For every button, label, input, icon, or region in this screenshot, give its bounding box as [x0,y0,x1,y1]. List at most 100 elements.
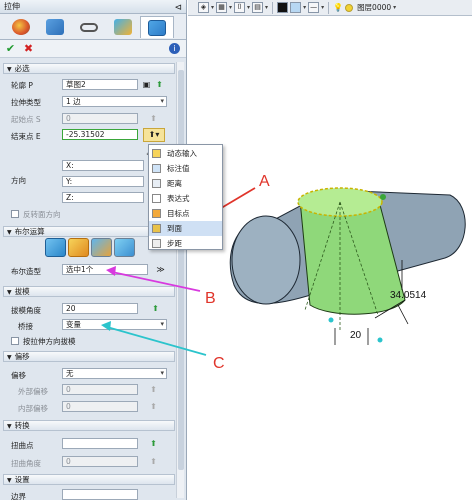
twist-angle-option-icon[interactable]: ⬆ [148,456,159,467]
dynamic-input-icon [152,149,161,158]
filter-tool-icon[interactable]: ▦ [216,2,228,13]
snap-tool-icon[interactable]: ⌷ [234,2,246,13]
start-point-option-icon[interactable]: ⬆ [148,113,159,124]
annotation-b: B [205,290,216,307]
target-point-icon [152,209,161,218]
pin-icon[interactable]: ⊲ [174,1,182,15]
extrude-type-select[interactable]: 1 边 [62,96,167,107]
bool-base-icon[interactable] [45,238,66,257]
direction-z-field[interactable]: Z: [62,192,144,203]
reverse-checkbox[interactable] [11,210,19,218]
menu-item-label: 距离 [167,179,182,188]
select-tool-icon[interactable]: ◈ [198,2,209,13]
tab-active[interactable] [140,16,174,38]
bool-expand-icon[interactable]: ≫ [155,264,166,275]
dimension-label-2[interactable]: 20 [350,330,361,341]
offset-label: 偏移 [11,371,26,380]
section-twist-label: 转换 [14,421,30,430]
menu-item-target-point[interactable]: 目标点 [149,206,222,221]
layer-dropdown-icon[interactable]: ▾ [393,4,396,11]
section-twist[interactable]: ▼ 转换 [3,420,175,431]
cancel-button[interactable]: ✖ [22,42,35,55]
layer-select[interactable]: 图层0000 [357,2,391,13]
outer-offset-field[interactable]: 0 [62,384,138,395]
profile-pick-icon[interactable]: ▣ [141,79,152,90]
handle-point-1[interactable] [380,194,386,200]
surface-style-dropdown-icon[interactable]: ▾ [303,4,306,11]
menu-item-distance[interactable]: 距离 [149,176,222,191]
surface-style-icon[interactable] [290,2,302,13]
tab-feature[interactable] [38,16,72,38]
menu-item-to-face[interactable]: 到面 [149,221,222,236]
direction-x-field[interactable]: X: [62,160,144,171]
outer-offset-option-icon[interactable]: ⬆ [148,384,159,395]
direction-y-field[interactable]: Y: [62,176,144,187]
line-style-dropdown-icon[interactable]: ▾ [321,4,324,11]
inner-offset-field[interactable]: 0 [62,401,138,412]
annotation-c: C [213,355,225,372]
draft-direction-checkbox[interactable] [11,337,19,345]
end-point-label: 结束点 E [11,132,41,141]
snap-tool-dropdown-icon[interactable]: ▾ [247,4,250,11]
section-required-label: 必选 [14,64,30,73]
grid-tool-dropdown-icon[interactable]: ▾ [265,4,268,11]
panel-scrollbar[interactable] [176,62,184,498]
menu-item-step[interactable]: 步距 [149,236,222,251]
line-style-icon[interactable]: — [308,2,320,13]
bridge-select[interactable]: 变量 [62,319,167,330]
menu-item-expression[interactable]: 表达式 [149,191,222,206]
palette-icon [12,19,30,35]
section-settings[interactable]: ▼ 设置 [3,474,175,485]
twist-point-label: 扭曲点 [11,441,34,450]
grid-tool-icon[interactable]: ▤ [252,2,264,13]
lightbulb-icon[interactable]: 💡 [333,3,343,12]
start-point-label: 起始点 S [11,115,41,124]
bool-type-field[interactable]: 选中1个 [62,264,148,275]
menu-item-dynamic-input[interactable]: 动态输入 [149,146,222,161]
layer-sun-icon [345,3,354,12]
panel-tabs [0,14,186,40]
color-swatch-icon[interactable] [277,2,289,13]
draft-angle-field[interactable]: 20 [62,303,138,314]
tab-properties[interactable] [4,16,38,38]
select-tool-dropdown-icon[interactable]: ▾ [211,4,214,11]
twist-point-field[interactable] [62,438,138,449]
end-point-menu-button[interactable]: ⬆▾ [143,128,165,142]
section-offset-label: 偏移 [14,352,30,361]
expression-icon [152,194,161,203]
menu-item-dimension-value[interactable]: 标注值 [149,161,222,176]
profile-field[interactable]: 草图2 [62,79,138,90]
annotation-a: A [259,173,270,190]
handle-point-3[interactable] [377,337,383,343]
tab-color[interactable] [106,16,140,38]
draft-angle-option-icon[interactable]: ⬆ [150,303,161,314]
end-point-field[interactable]: -25.31502 [62,129,138,140]
scrollbar-thumb[interactable] [178,70,184,470]
section-required[interactable]: ▼ 必选 [3,63,175,74]
top-toolbar: ◈ ▾ ▦ ▾ ⌷ ▾ ▤ ▾ ▾ — ▾ 💡 图层0000 ▾ [188,0,472,16]
section-draft[interactable]: ▼ 拔模 [3,286,175,297]
offset-select[interactable]: 无 [62,368,167,379]
settings-first-field[interactable] [62,489,138,500]
profile-add-icon[interactable]: ⬆ [154,79,165,90]
inner-offset-option-icon[interactable]: ⬆ [148,401,159,412]
twist-point-option-icon[interactable]: ⬆ [148,438,159,449]
confirm-button[interactable]: ✔ [4,42,17,55]
bool-add-icon[interactable] [68,238,89,257]
step-icon [152,239,161,248]
app-root: 拉伸 ⊲ ✔ ✖ i ▼必选 轮廓 P 草图2 ▣ ⬆ 拉伸类型 1 边 起始点… [0,0,472,501]
dimension-label-1[interactable]: 34.0514 [390,290,426,301]
bridge-label: 桥接 [18,322,33,331]
menu-item-label: 目标点 [167,209,190,218]
help-button[interactable]: i [169,43,180,54]
filter-tool-dropdown-icon[interactable]: ▾ [229,4,232,11]
model-viewport[interactable] [188,17,472,500]
bool-intersect-icon[interactable] [114,238,135,257]
bool-remove-icon[interactable] [91,238,112,257]
draft-direction-label: 按拉伸方向拔模 [23,337,76,346]
section-offset[interactable]: ▼ 偏移 [3,351,175,362]
tab-view[interactable] [72,16,106,38]
twist-angle-field[interactable]: 0 [62,456,138,467]
start-point-field[interactable]: 0 [62,113,138,124]
handle-point-2[interactable] [328,317,334,323]
